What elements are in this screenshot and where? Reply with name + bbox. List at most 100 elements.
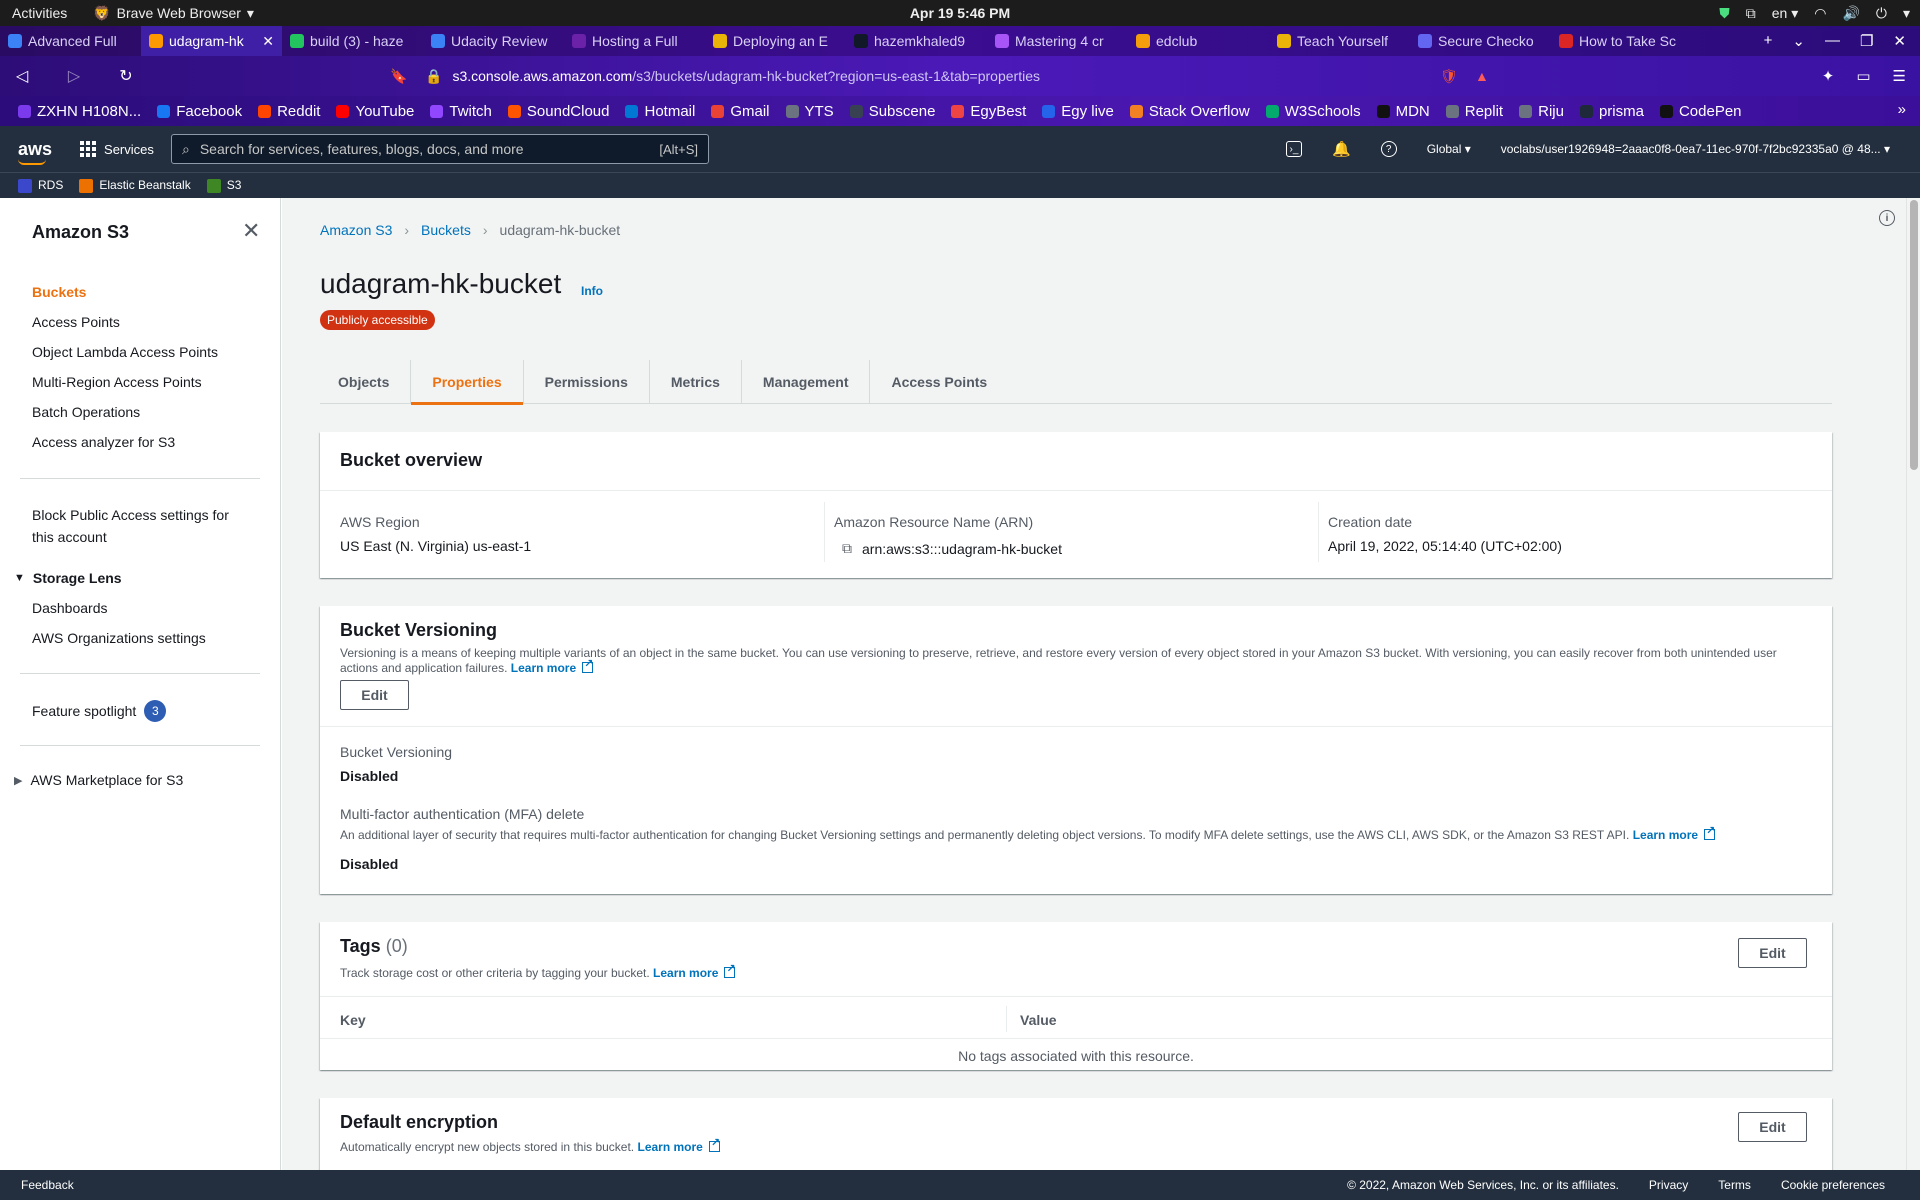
copy-icon[interactable]: ⧉ bbox=[842, 540, 852, 557]
bookmark-item[interactable]: Gmail bbox=[711, 103, 770, 120]
sidebar-section-storage-lens[interactable]: ▼ Storage Lens bbox=[14, 570, 122, 586]
brave-rewards-icon[interactable]: ▲ bbox=[1475, 68, 1489, 84]
region-selector[interactable]: Global ▾ bbox=[1427, 142, 1471, 156]
bookmark-item[interactable]: CodePen bbox=[1659, 103, 1742, 120]
help-icon[interactable]: ? bbox=[1380, 141, 1397, 157]
sidebar-item-feature-spotlight[interactable]: Feature spotlight 3 bbox=[32, 700, 167, 722]
bookmark-item[interactable]: Egy live bbox=[1042, 103, 1114, 120]
bookmark-item[interactable]: prisma bbox=[1579, 103, 1644, 120]
tab-search-icon[interactable]: ⌄ bbox=[1792, 32, 1805, 50]
learn-more-link[interactable]: Learn more bbox=[653, 966, 718, 980]
forward-icon[interactable]: ▷ bbox=[58, 66, 90, 86]
tab-properties[interactable]: Properties bbox=[411, 359, 524, 405]
more-bookmarks-icon[interactable]: » bbox=[1898, 101, 1906, 118]
learn-more-link[interactable]: Learn more bbox=[637, 1140, 702, 1154]
info-link[interactable]: Info bbox=[581, 284, 603, 298]
bookmark-item[interactable]: YTS bbox=[785, 103, 834, 120]
bookmark-item[interactable]: W3Schools bbox=[1265, 103, 1361, 120]
browser-tab[interactable]: Mastering 4 cr bbox=[987, 26, 1128, 56]
bookmark-item[interactable]: Twitch bbox=[430, 103, 492, 120]
bookmark-item[interactable]: YouTube bbox=[336, 103, 414, 120]
tab-management[interactable]: Management bbox=[742, 359, 871, 404]
close-window-icon[interactable]: ✕ bbox=[1893, 32, 1906, 50]
sidebar-item-access-analyzer[interactable]: Access analyzer for S3 bbox=[32, 434, 175, 450]
sidebar-item-aws-organizations-settings[interactable]: AWS Organizations settings bbox=[32, 630, 206, 646]
bookmark-item[interactable]: Replit bbox=[1445, 103, 1503, 120]
tab-access-points[interactable]: Access Points bbox=[870, 360, 1008, 404]
service-favorite[interactable]: Elastic Beanstalk bbox=[79, 178, 191, 193]
aws-logo[interactable]: aws bbox=[18, 139, 52, 165]
cookie-preferences-link[interactable]: Cookie preferences bbox=[1781, 1178, 1885, 1192]
language-indicator[interactable]: en ▾ bbox=[1772, 5, 1799, 22]
notifications-bell-icon[interactable]: 🔔 bbox=[1332, 140, 1351, 158]
brave-shields-icon[interactable]: 🛡 bbox=[1440, 68, 1458, 85]
search-input[interactable]: ⌕ Search for services, features, blogs, … bbox=[171, 134, 709, 164]
close-tab-icon[interactable]: ✕ bbox=[262, 33, 274, 50]
close-icon[interactable]: ✕ bbox=[242, 218, 260, 244]
learn-more-link[interactable]: Learn more bbox=[1633, 828, 1698, 842]
sidebar-item-object-lambda-access-points[interactable]: Object Lambda Access Points bbox=[32, 344, 218, 360]
new-tab-icon[interactable]: + bbox=[1764, 32, 1773, 50]
tab-permissions[interactable]: Permissions bbox=[524, 359, 650, 404]
bookmark-item[interactable]: Facebook bbox=[157, 103, 242, 120]
browser-tab[interactable]: Secure Checko bbox=[1410, 26, 1551, 56]
system-tray[interactable]: ⛊ ⧉ en ▾ ◠ 🔊 ⏻ ▾ bbox=[1719, 5, 1910, 22]
bookmark-item[interactable]: Reddit bbox=[258, 103, 320, 120]
bookmark-item[interactable]: MDN bbox=[1376, 103, 1430, 120]
menu-icon[interactable]: ☰ bbox=[1893, 67, 1906, 85]
app-menu[interactable]: 🦁 Brave Web Browser ▾ bbox=[93, 5, 254, 22]
browser-tab[interactable]: hazemkhaled9 bbox=[846, 26, 987, 56]
browser-tab[interactable]: Teach Yourself bbox=[1269, 26, 1410, 56]
browser-tab[interactable]: udagram-hk ✕ bbox=[141, 26, 282, 56]
browser-tab[interactable]: Udacity Review bbox=[423, 26, 564, 56]
bookmark-item[interactable]: Hotmail bbox=[625, 103, 695, 120]
minimize-icon[interactable]: — bbox=[1825, 32, 1840, 50]
cloudshell-icon[interactable]: ›_ bbox=[1286, 141, 1302, 157]
browser-tab[interactable]: Deploying an E bbox=[705, 26, 846, 56]
browser-tab[interactable]: How to Take Sc bbox=[1551, 26, 1692, 56]
activities-button[interactable]: Activities bbox=[0, 5, 79, 21]
browser-tab[interactable]: edclub bbox=[1128, 26, 1269, 56]
scrollbar-thumb[interactable] bbox=[1910, 200, 1918, 470]
sidebar-item-access-points[interactable]: Access Points bbox=[32, 314, 120, 330]
page-scrollbar[interactable] bbox=[1906, 198, 1920, 1170]
clock[interactable]: Apr 19 5:46 PM bbox=[910, 5, 1010, 21]
back-icon[interactable]: ◁ bbox=[6, 66, 38, 86]
bookmark-page-icon[interactable]: 🔖 bbox=[390, 68, 407, 85]
browser-tab[interactable]: Advanced Full bbox=[0, 26, 141, 56]
sidebar-item-batch-operations[interactable]: Batch Operations bbox=[32, 404, 140, 420]
service-favorite[interactable]: RDS bbox=[18, 178, 63, 193]
url-bar[interactable]: 🔒 s3.console.aws.amazon.com/s3/buckets/u… bbox=[425, 62, 1475, 90]
privacy-link[interactable]: Privacy bbox=[1649, 1178, 1688, 1192]
tab-objects[interactable]: Objects bbox=[320, 359, 412, 404]
tab-metrics[interactable]: Metrics bbox=[650, 359, 742, 404]
info-icon[interactable]: i bbox=[1879, 210, 1895, 226]
sidebar-item-buckets[interactable]: Buckets bbox=[32, 284, 86, 300]
services-menu[interactable]: Services bbox=[80, 141, 154, 157]
wallet-icon[interactable]: ▭ bbox=[1856, 67, 1870, 85]
bookmark-item[interactable]: ZXHN H108N... bbox=[18, 103, 141, 120]
sidebar-item-aws-marketplace[interactable]: ▶ AWS Marketplace for S3 bbox=[14, 772, 183, 788]
column-header-value[interactable]: Value bbox=[1020, 1012, 1057, 1028]
learn-more-link[interactable]: Learn more bbox=[511, 661, 576, 675]
terms-link[interactable]: Terms bbox=[1718, 1178, 1751, 1192]
breadcrumb-amazon-s3[interactable]: Amazon S3 bbox=[320, 222, 392, 238]
bookmark-item[interactable]: SoundCloud bbox=[507, 103, 609, 120]
edit-versioning-button[interactable]: Edit bbox=[340, 680, 409, 710]
breadcrumb-buckets[interactable]: Buckets bbox=[421, 222, 471, 238]
browser-tab[interactable]: build (3) - haze bbox=[282, 26, 423, 56]
bookmark-item[interactable]: Subscene bbox=[849, 103, 935, 120]
column-header-key[interactable]: Key bbox=[340, 1012, 366, 1028]
bookmark-item[interactable]: Stack Overflow bbox=[1129, 103, 1250, 120]
sidebar-item-multi-region-access-points[interactable]: Multi-Region Access Points bbox=[32, 374, 202, 390]
reload-icon[interactable]: ↻ bbox=[110, 66, 142, 86]
edit-tags-button[interactable]: Edit bbox=[1738, 938, 1807, 968]
sidebar-item-block-public-access[interactable]: Block Public Access settings for this ac… bbox=[32, 504, 252, 548]
bookmark-item[interactable]: Riju bbox=[1519, 103, 1564, 120]
extensions-icon[interactable]: ✦ bbox=[1822, 67, 1835, 85]
browser-tab[interactable]: Hosting a Full bbox=[564, 26, 705, 56]
bookmark-item[interactable]: EgyBest bbox=[951, 103, 1026, 120]
account-menu[interactable]: voclabs/user1926948=2aaac0f8-0ea7-11ec-9… bbox=[1501, 142, 1890, 156]
service-favorite[interactable]: S3 bbox=[206, 178, 241, 193]
sidebar-item-dashboards[interactable]: Dashboards bbox=[32, 600, 108, 616]
